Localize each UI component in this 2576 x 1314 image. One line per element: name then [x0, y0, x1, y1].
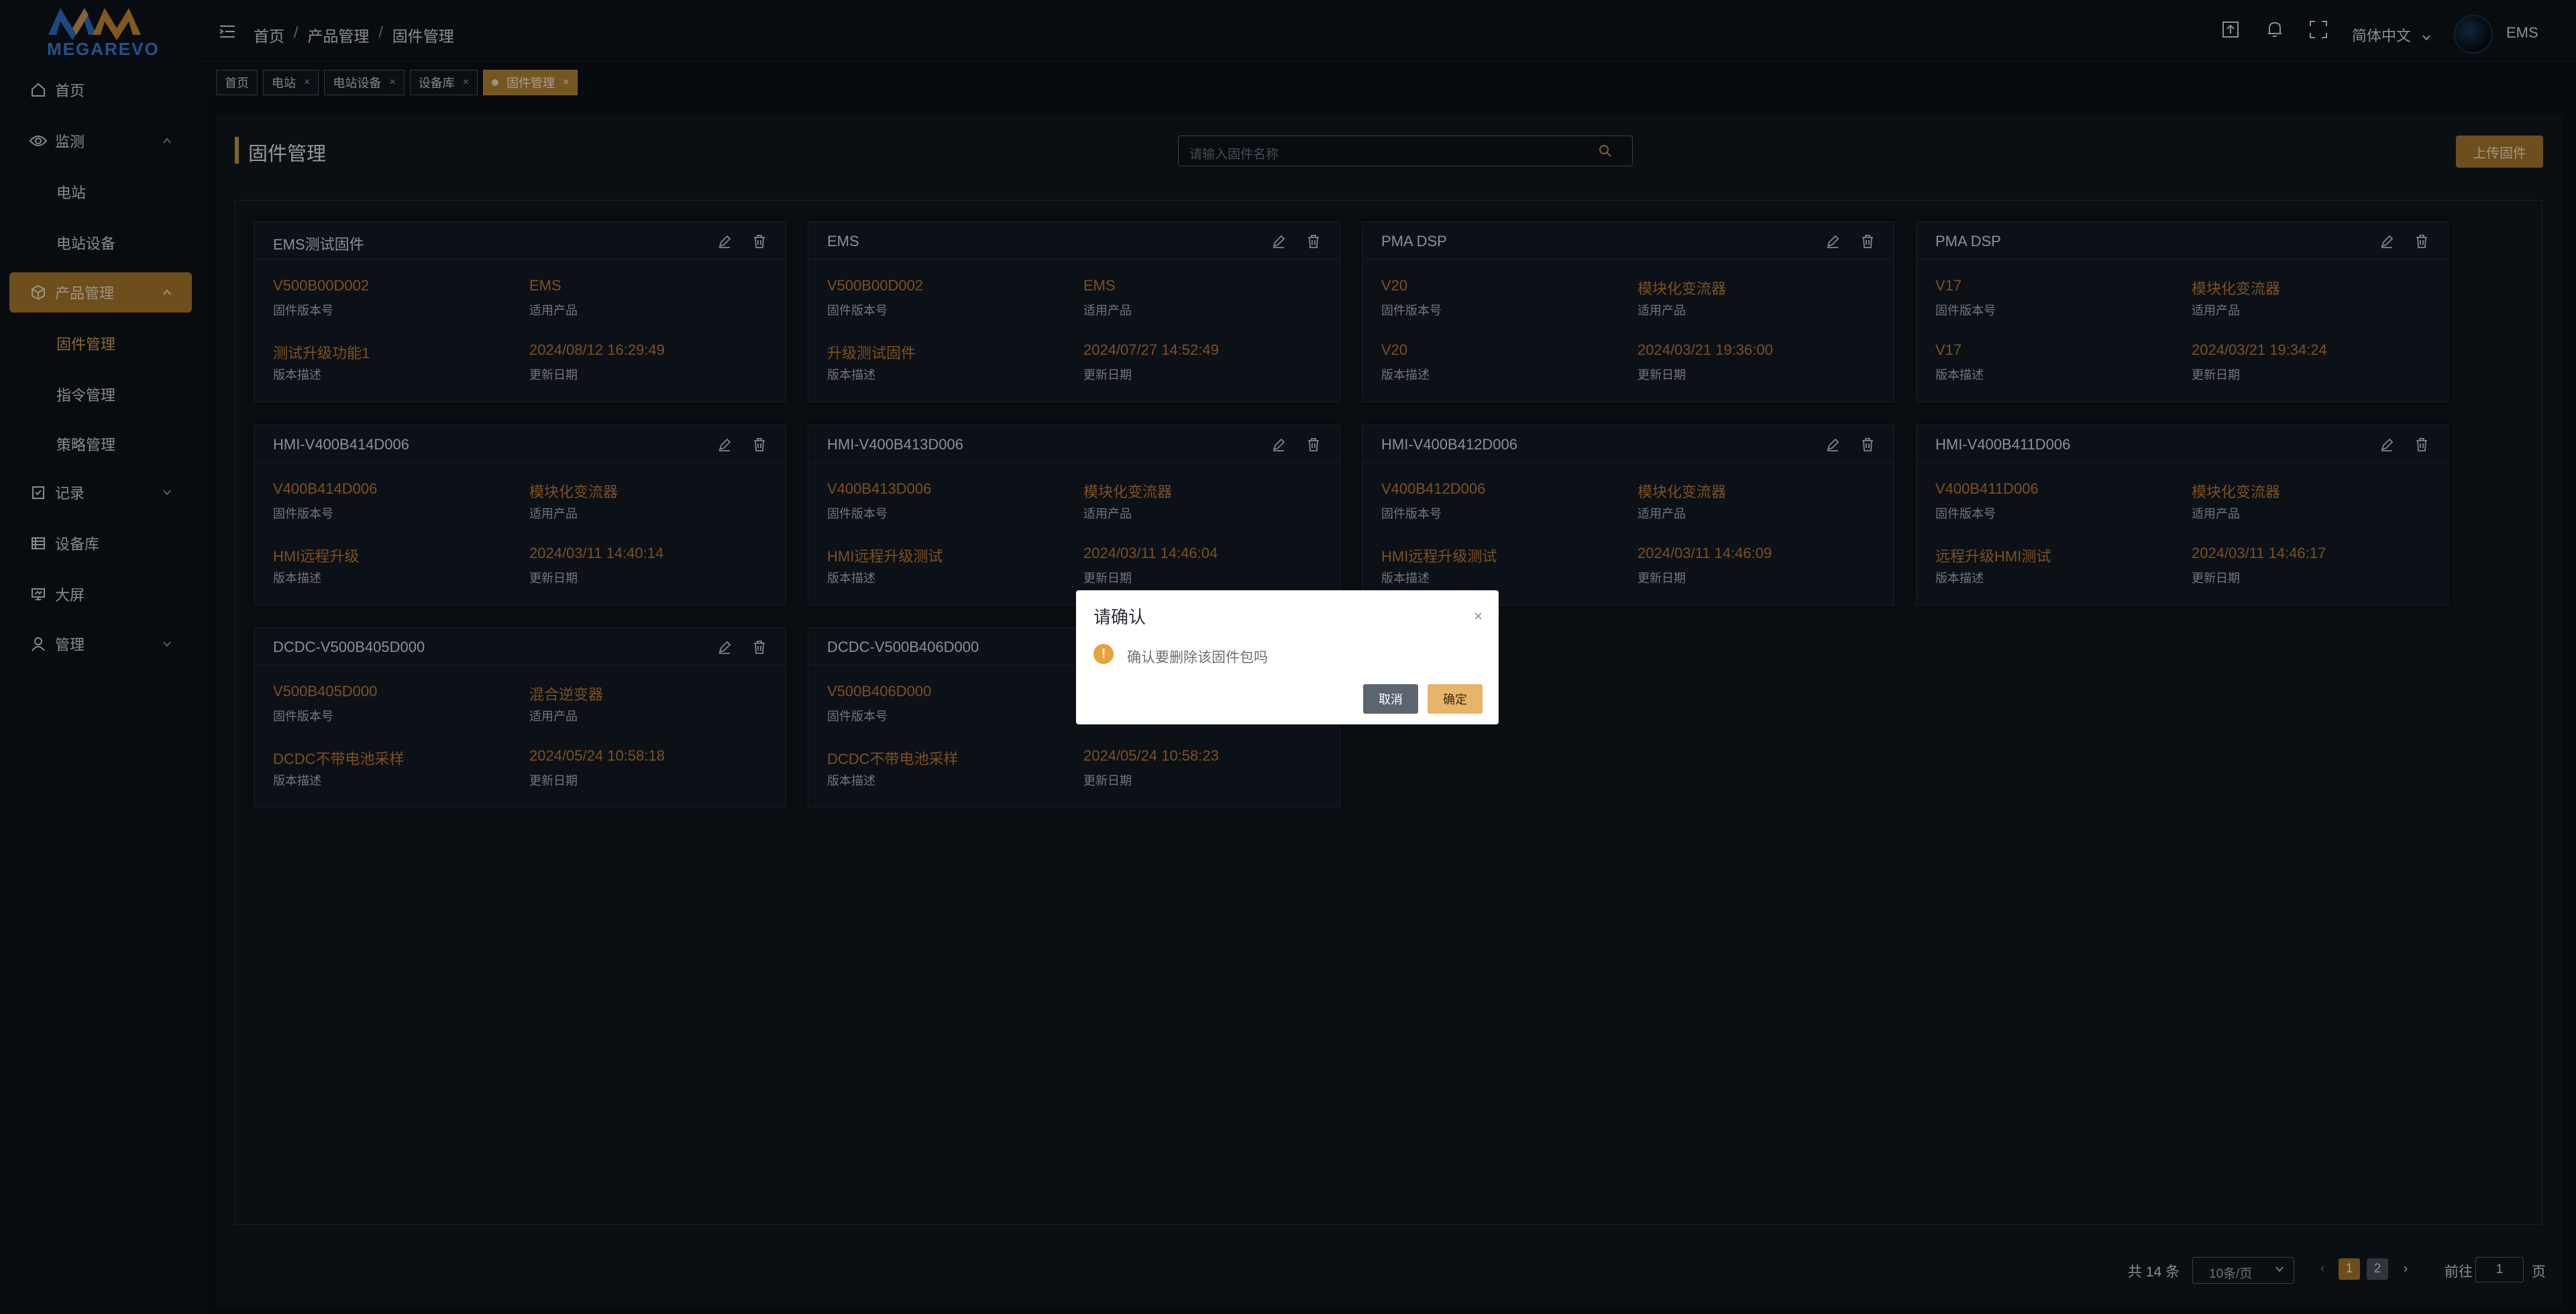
- cancel-button[interactable]: 取消: [1363, 684, 1418, 714]
- confirm-dialog: 请确认 × ! 确认要删除该固件包吗 取消 确定: [1076, 590, 1499, 724]
- warning-icon: !: [1093, 644, 1114, 664]
- dialog-title: 请确认: [1093, 607, 1146, 627]
- dialog-message: 确认要删除该固件包吗: [1127, 650, 1268, 665]
- confirm-button[interactable]: 确定: [1428, 684, 1483, 714]
- close-icon[interactable]: ×: [1474, 608, 1483, 625]
